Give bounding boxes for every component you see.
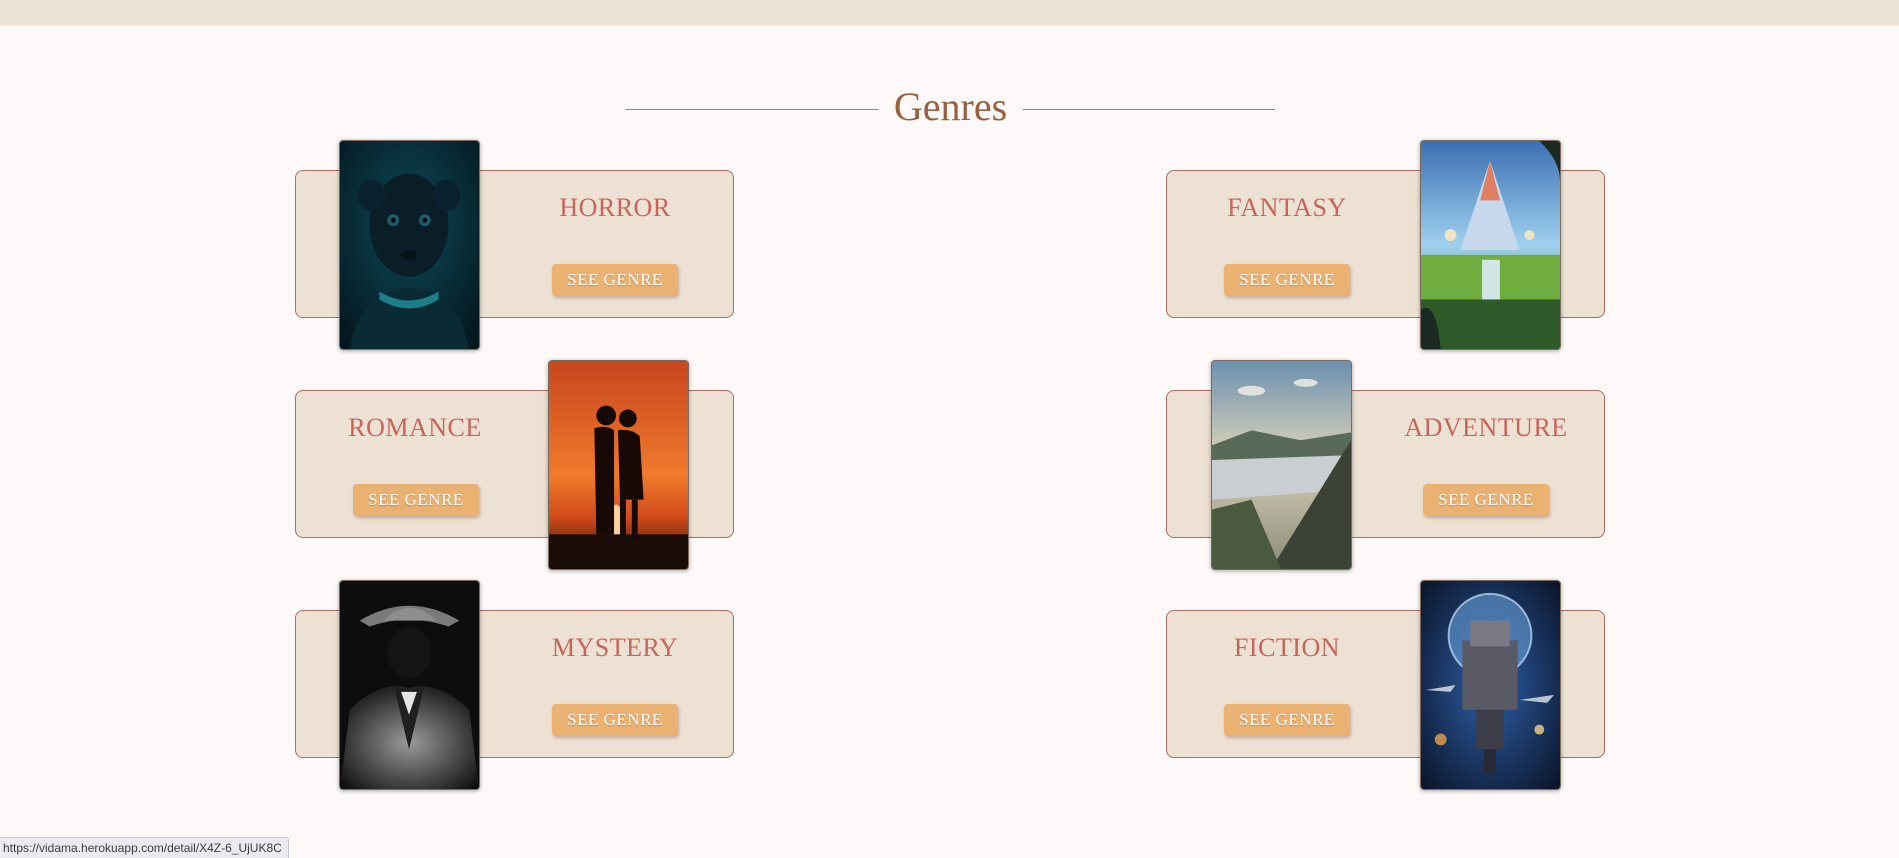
genre-title: ROMANCE: [348, 413, 482, 442]
see-genre-button-horror[interactable]: SEE GENRE: [552, 264, 678, 296]
top-bar: [0, 0, 1899, 26]
adventure-poster-image[interactable]: [1211, 360, 1352, 570]
heading-divider-left: [626, 109, 878, 110]
genre-title: FANTASY: [1227, 193, 1347, 222]
fantasy-poster-image[interactable]: [1420, 140, 1561, 350]
horror-poster-image[interactable]: [339, 140, 480, 350]
see-genre-button-adventure[interactable]: SEE GENRE: [1423, 484, 1549, 516]
genre-title: HORROR: [559, 193, 671, 222]
page-title: Genres: [893, 84, 1008, 129]
see-genre-button-fiction[interactable]: SEE GENRE: [1224, 704, 1350, 736]
genres-heading-section: Genres: [0, 80, 1899, 134]
genre-title: FICTION: [1233, 633, 1341, 662]
see-genre-button-fantasy[interactable]: SEE GENRE: [1224, 264, 1350, 296]
fiction-poster-image[interactable]: [1420, 580, 1561, 790]
romance-poster-image[interactable]: [548, 360, 689, 570]
status-bar-url: https://vidama.herokuapp.com/detail/X4Z-…: [0, 837, 289, 858]
genre-title: ADVENTURE: [1404, 413, 1568, 442]
genre-title: MYSTERY: [551, 633, 679, 662]
heading-divider-right: [1023, 109, 1275, 110]
see-genre-button-mystery[interactable]: SEE GENRE: [552, 704, 678, 736]
see-genre-button-romance[interactable]: SEE GENRE: [353, 484, 479, 516]
mystery-poster-image[interactable]: [339, 580, 480, 790]
